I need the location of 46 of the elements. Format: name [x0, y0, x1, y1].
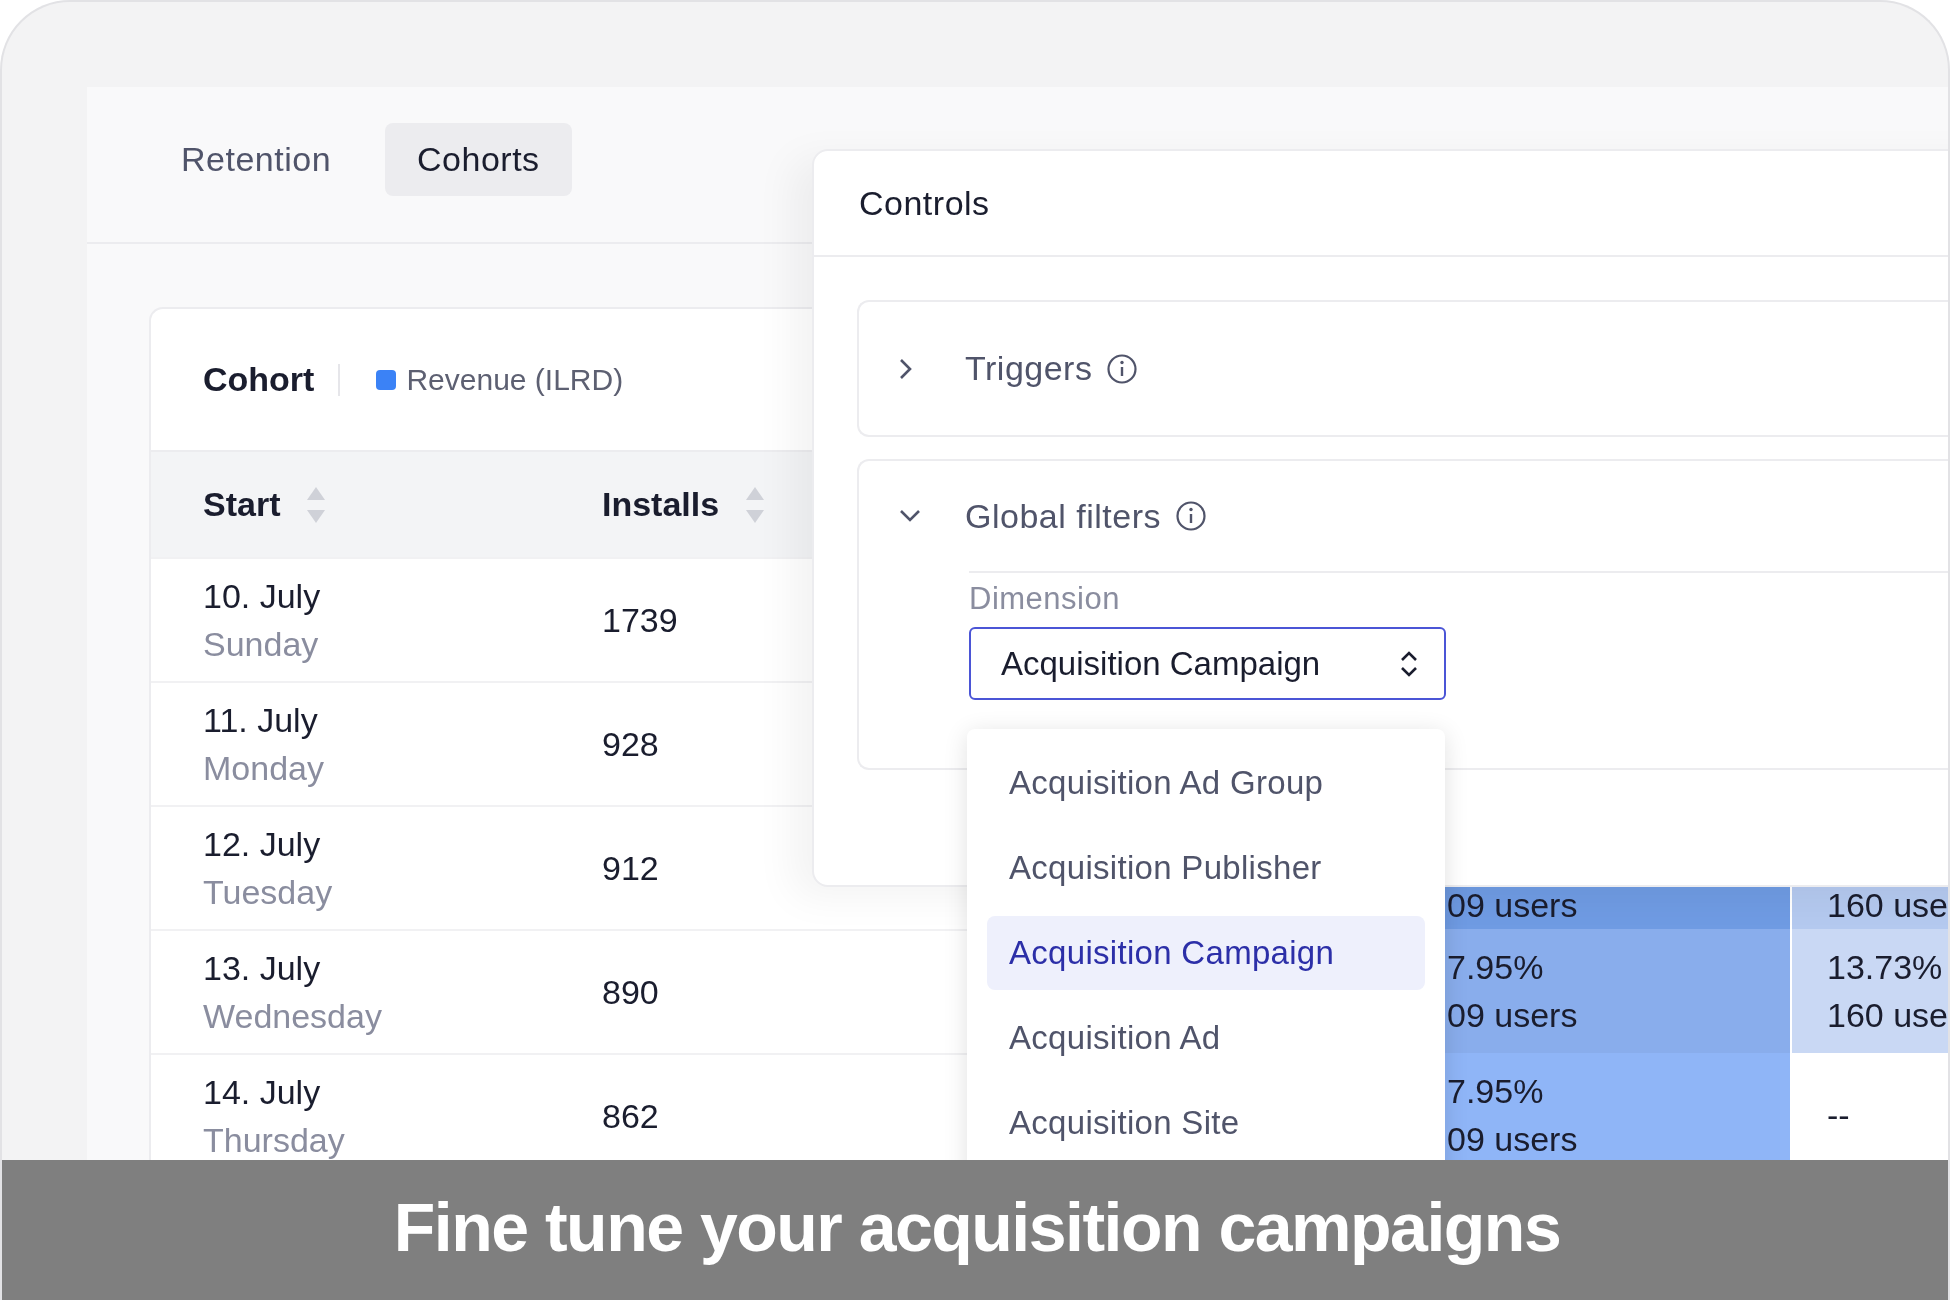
date-text: 10. July: [203, 576, 322, 617]
dropdown-option[interactable]: Acquisition Ad: [987, 1001, 1425, 1075]
tab[interactable]: Cohorts: [385, 123, 572, 196]
info-icon: [1106, 352, 1139, 385]
chevron-down-icon[interactable]: [899, 509, 921, 523]
weekday-text: Thursday: [203, 1120, 346, 1161]
dropdown-option[interactable]: Acquisition Site: [987, 1086, 1425, 1160]
cell-value: 7.95%: [1447, 1071, 1545, 1112]
caption-text: Fine tune your acquisition campaigns: [393, 1188, 1561, 1267]
installs-count: 862: [602, 1096, 659, 1136]
cell-value: 09 users: [1447, 1119, 1579, 1160]
cell-value: 160 use: [1827, 995, 1948, 1036]
installs-count: 928: [602, 724, 659, 764]
chevron-right-icon[interactable]: [899, 357, 913, 380]
installs-count: 890: [602, 972, 659, 1012]
field-label: Dimension: [969, 581, 1121, 617]
legend-label: Revenue (ILRD): [406, 362, 624, 397]
installs-count: 912: [602, 848, 659, 888]
dropdown-option[interactable]: Acquisition Ad Group: [987, 746, 1425, 820]
panel-title: Controls: [814, 151, 1948, 257]
weekday-text: Monday: [203, 748, 325, 789]
column-header[interactable]: Start: [203, 485, 281, 524]
info-icon: [1174, 500, 1207, 532]
dropdown-option[interactable]: Acquisition Campaign: [987, 916, 1425, 990]
dropdown-option[interactable]: Acquisition Publisher: [987, 831, 1425, 905]
cell-value: 09 users: [1447, 885, 1579, 926]
cell-value: 09 users: [1447, 995, 1579, 1036]
date-text: 14. July: [203, 1072, 322, 1113]
section-title[interactable]: Triggers: [965, 349, 1093, 388]
weekday-text: Sunday: [203, 624, 320, 665]
column-header[interactable]: Installs: [602, 485, 720, 524]
section-title[interactable]: Global filters: [965, 496, 1161, 536]
cell-value: 13.73%: [1827, 947, 1944, 988]
up-down-icon: [1400, 649, 1418, 678]
card-title: Cohort: [203, 360, 315, 399]
installs-count: 1739: [602, 600, 678, 640]
weekday-text: Tuesday: [203, 872, 334, 913]
date-text: 13. July: [203, 948, 322, 989]
cell-value: 7.95%: [1447, 947, 1545, 988]
date-text: 11. July: [203, 700, 319, 741]
cell-value: 160 use: [1827, 885, 1948, 926]
date-text: 12. July: [203, 824, 322, 865]
cell-value: --: [1827, 1095, 1851, 1136]
dimension-select[interactable]: Acquisition Campaign: [969, 627, 1446, 700]
tab[interactable]: Retention: [149, 123, 364, 196]
weekday-text: Wednesday: [203, 996, 383, 1037]
